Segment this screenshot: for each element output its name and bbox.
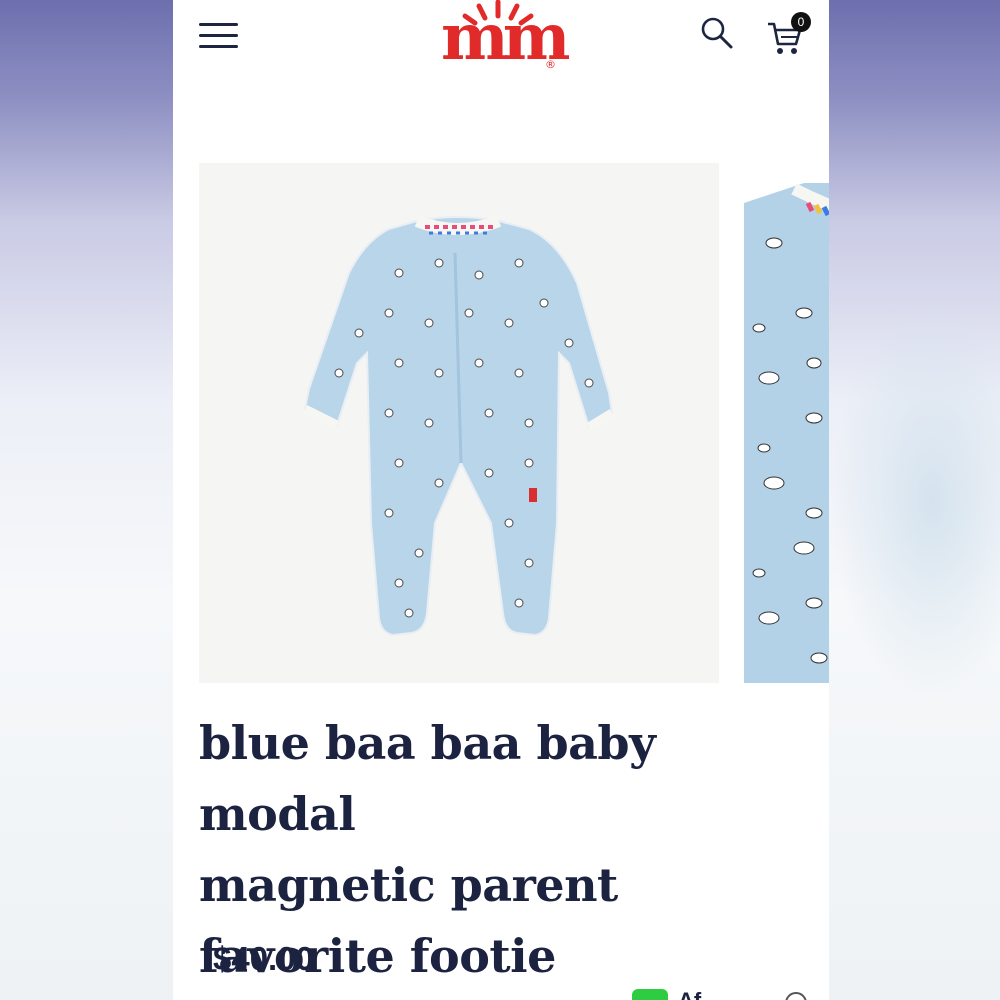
product-image-next[interactable]	[744, 163, 829, 683]
logo-letter-1: m	[441, 0, 509, 75]
registered-mark: ®	[545, 58, 556, 71]
product-image-main[interactable]	[199, 163, 719, 683]
product-title-line-2: magnetic parent	[199, 858, 618, 912]
site-header: mm ® 0	[173, 0, 829, 90]
brand-logo[interactable]: mm ®	[435, 0, 570, 78]
shopping-cart-icon[interactable]: 0	[765, 12, 811, 54]
footie-garment-image	[302, 215, 615, 637]
product-price: $40.00	[213, 940, 314, 977]
search-icon[interactable]	[700, 16, 734, 50]
hamburger-menu-icon[interactable]	[199, 22, 239, 50]
afterpay-label: Af	[678, 988, 701, 1000]
background-blur	[830, 300, 1000, 700]
product-page: mm ® 0 blue baa baa baby modal magnetic …	[173, 0, 829, 1000]
afterpay-logo-icon	[632, 989, 668, 1000]
footie-closeup-image	[744, 163, 829, 683]
product-title-line-1: blue baa baa baby modal	[199, 716, 656, 841]
installment-text: …	[213, 990, 813, 1000]
cart-count-badge: 0	[791, 12, 811, 32]
